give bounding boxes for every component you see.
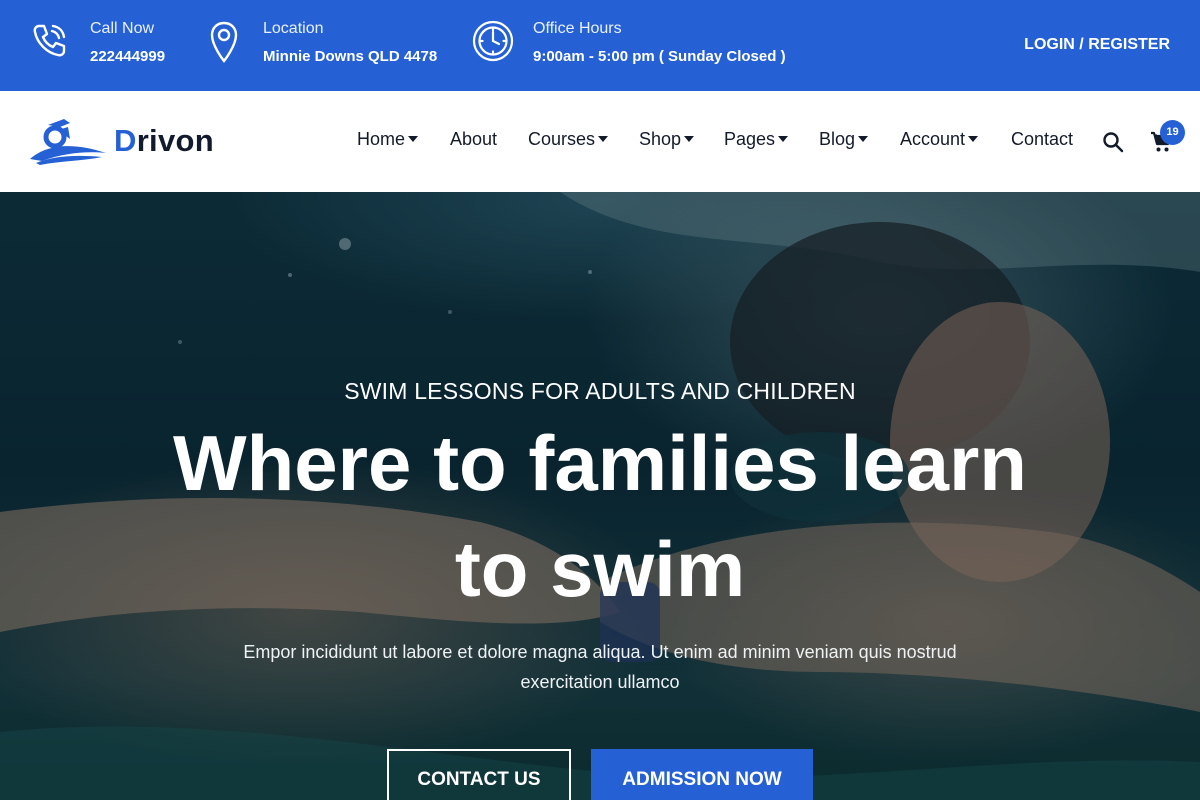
search-icon[interactable] [1102,131,1124,153]
cart-count-badge: 19 [1160,120,1185,145]
nav-item-home[interactable]: Home [357,129,419,150]
hero-title: Where to families learn to swim [173,419,1027,613]
nav-item-shop[interactable]: Shop [639,129,695,150]
login-separator: / [1079,36,1084,53]
nav-item-contact[interactable]: Contact [1011,129,1073,150]
nav-item-pages[interactable]: Pages [724,129,789,150]
caret-down-icon [968,136,979,142]
contact-us-button[interactable]: CONTACT US [387,749,571,800]
phone-icon [30,20,70,65]
main-navbar: Drivon Home About Courses Shop Pages Blo… [0,91,1200,192]
primary-nav: Home About Courses Shop Pages Blog Accou… [0,91,1200,192]
location-label: Location [263,20,324,37]
map-pin-icon [208,20,240,69]
nav-item-courses[interactable]: Courses [528,129,609,150]
top-info-bar: Call Now 222444999 Location Minnie Downs… [0,0,1200,91]
office-hours-value: 9:00am - 5:00 pm ( Sunday Closed ) [533,48,786,65]
caret-down-icon [858,136,869,142]
phone-number[interactable]: 222444999 [90,48,165,65]
office-hours-label: Office Hours [533,20,622,37]
caret-down-icon [408,136,419,142]
login-link[interactable]: LOGIN [1024,36,1075,53]
admission-now-button[interactable]: ADMISSION NOW [591,749,813,800]
nav-item-about[interactable]: About [450,129,497,150]
register-link[interactable]: REGISTER [1088,36,1170,53]
caret-down-icon [598,136,609,142]
nav-item-account[interactable]: Account [900,129,979,150]
hero-description: Empor incididunt ut labore et dolore mag… [243,642,957,692]
location-address: Minnie Downs QLD 4478 [263,48,438,65]
clock-icon [472,20,514,67]
caret-down-icon [684,136,695,142]
call-now-label: Call Now [90,20,155,37]
caret-down-icon [778,136,789,142]
hero-section: SWIM LESSONS FOR ADULTS AND CHILDREN Whe… [0,192,1200,800]
login-register-links: LOGIN / REGISTER [1024,36,1170,54]
hero-subtitle: SWIM LESSONS FOR ADULTS AND CHILDREN [344,378,856,404]
nav-item-blog[interactable]: Blog [819,129,869,150]
